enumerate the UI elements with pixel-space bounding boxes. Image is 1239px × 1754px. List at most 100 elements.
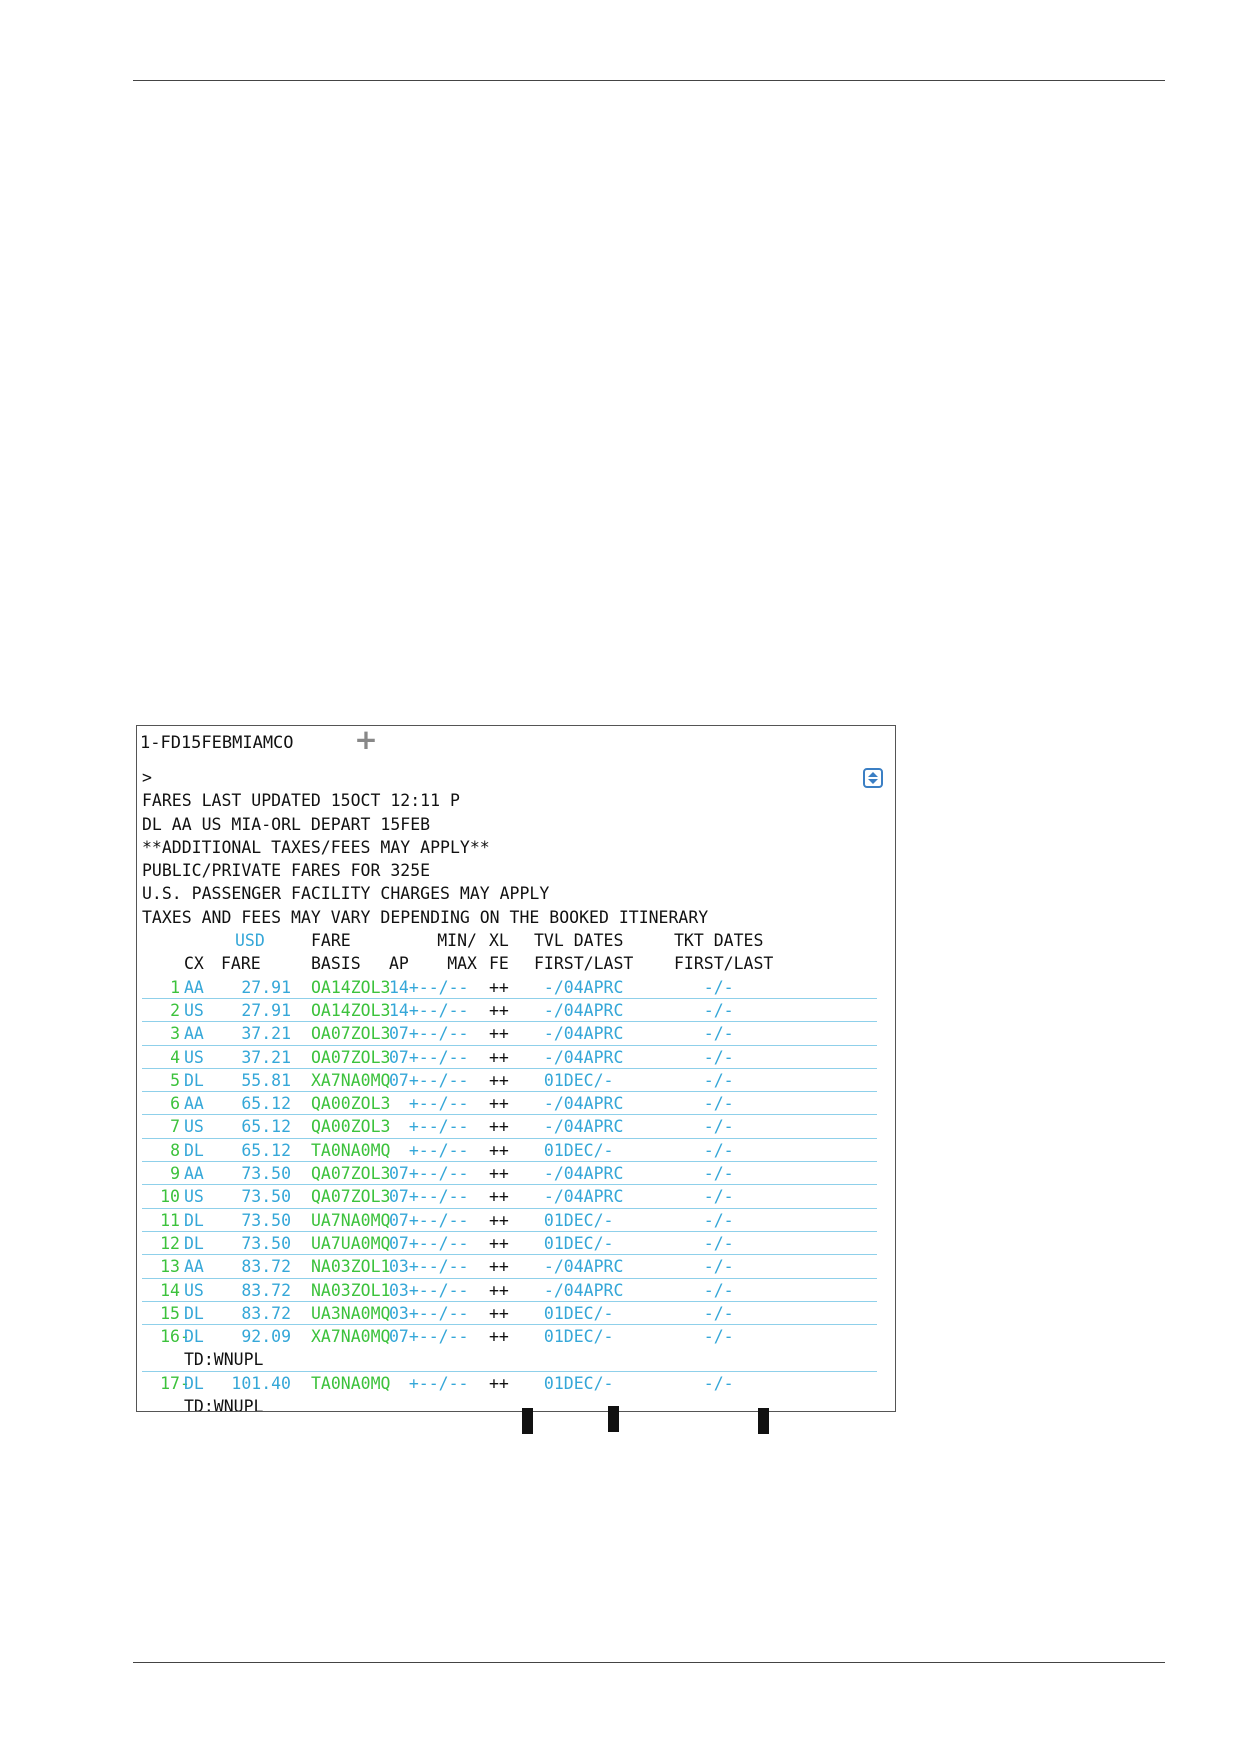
fare-xl-fe: ++	[489, 1210, 509, 1230]
column-marker	[758, 1408, 769, 1434]
fare-amount: 37.21	[241, 1024, 291, 1044]
page-bottom-rule	[133, 1662, 1165, 1663]
fare-xl-fe: ++	[489, 1303, 509, 1323]
fare-xl-fe: ++	[489, 1164, 509, 1184]
terminal-screen[interactable]: > FARES LAST UPDATED 15OCT 12:11 P DL AA …	[137, 758, 895, 1411]
fare-line-number: 7	[170, 1117, 180, 1137]
fare-row[interactable]: 5 DL 55.81 XA7NA0MQ 07+--/-- ++ 01DEC/- -/-	[142, 1069, 877, 1093]
fare-ap-min-max: 14+--/--	[389, 977, 469, 997]
fare-amount: 101.40	[231, 1373, 291, 1393]
fare-row[interactable]: 1 AA 27.91 OA14ZOL3 14+--/-- ++ -/04APRC -/-	[142, 976, 877, 999]
fare-xl-fe: ++	[489, 1280, 509, 1300]
fare-line-number: 10	[160, 1187, 180, 1207]
fare-travel-dates: 01DEC/-	[534, 1327, 614, 1347]
fare-carrier: AA	[184, 1164, 204, 1184]
fare-row[interactable]: 17- DL 101.40 TA0NA0MQ +--/-- ++ 01DEC/- -/-	[142, 1372, 877, 1395]
fare-row[interactable]: 8 DL 65.12 TA0NA0MQ +--/-- ++ 01DEC/- -/-	[142, 1139, 877, 1163]
header-tkt-first-last: FIRST/LAST	[674, 954, 774, 974]
fare-row[interactable]: 6 AA 65.12 QA00ZOL3 +--/-- ++ -/04APRC -/-	[142, 1092, 877, 1116]
fare-basis: XA7NA0MQ	[311, 1327, 391, 1347]
fare-ap-min-max: +--/--	[389, 1373, 469, 1393]
fare-amount: 73.50	[241, 1233, 291, 1253]
header-xl: XL	[489, 931, 509, 951]
fare-amount: 27.91	[241, 977, 291, 997]
fare-ap-min-max: 07+--/--	[389, 1233, 469, 1253]
fare-carrier: DL	[184, 1233, 204, 1253]
fare-travel-dates: 01DEC/-	[534, 1303, 614, 1323]
fare-line-number: 2	[170, 1000, 180, 1020]
fare-ticket-dates: -/-	[674, 1140, 734, 1160]
fare-basis: UA7UA0MQ	[311, 1233, 391, 1253]
fare-basis: QA07ZOL3	[311, 1187, 391, 1207]
fare-ap-min-max: 07+--/--	[389, 1164, 469, 1184]
fare-ap-min-max: 07+--/--	[389, 1327, 469, 1347]
fare-travel-dates: 01DEC/-	[534, 1210, 614, 1230]
fare-ticket-dates: -/-	[674, 1047, 734, 1067]
fare-basis: UA3NA0MQ	[311, 1303, 391, 1323]
fare-row[interactable]: 4 US 37.21 OA07ZOL3 07+--/-- ++ -/04APRC -/-	[142, 1046, 877, 1069]
fare-row[interactable]: 7 US 65.12 QA00ZOL3 +--/-- ++ -/04APRC -/-	[142, 1115, 877, 1139]
fare-travel-dates: -/04APRC	[534, 977, 624, 997]
fare-row[interactable]: 3 AA 37.21 OA07ZOL3 07+--/-- ++ -/04APRC -/-	[142, 1022, 877, 1046]
fare-row[interactable]: 13 AA 83.72 NA03ZOL1 03+--/-- ++ -/04APRC -/…	[142, 1255, 877, 1279]
fare-basis: XA7NA0MQ	[311, 1070, 391, 1090]
fare-xl-fe: ++	[489, 1117, 509, 1137]
fare-ticket-dates: -/-	[674, 977, 734, 997]
fare-ticket-dates: -/-	[674, 1164, 734, 1184]
fare-travel-dates: -/04APRC	[534, 1164, 624, 1184]
fare-travel-dates: -/04APRC	[534, 1047, 624, 1067]
fare-carrier: DL	[184, 1327, 204, 1347]
tab-fare-display[interactable]: 1-FD15FEBMIAMCO	[137, 726, 337, 758]
fare-travel-dates: -/04APRC	[534, 1024, 624, 1044]
fare-amount: 92.09	[241, 1327, 291, 1347]
fare-basis: OA07ZOL3	[311, 1047, 391, 1067]
column-marker	[522, 1408, 533, 1434]
fare-ap-min-max: 07+--/--	[389, 1187, 469, 1207]
scroll-toggle-icon[interactable]	[863, 768, 883, 788]
fare-row[interactable]: 11 DL 73.50 UA7NA0MQ 07+--/-- ++ 01DEC/- -/-	[142, 1209, 877, 1232]
fare-row[interactable]: 2 US 27.91 OA14ZOL3 14+--/-- ++ -/04APRC -/-	[142, 999, 877, 1023]
fare-carrier: DL	[184, 1070, 204, 1090]
fare-basis: TA0NA0MQ	[311, 1373, 391, 1393]
message-line: DL AA US MIA-ORL DEPART 15FEB	[142, 814, 431, 834]
command-prompt[interactable]: >	[142, 766, 895, 789]
fare-ticket-dates: -/-	[674, 1373, 734, 1393]
fare-line-number: 8	[170, 1140, 180, 1160]
fare-line-number: 16	[160, 1327, 180, 1347]
message-line: FARES LAST UPDATED 15OCT 12:11 P	[142, 791, 460, 811]
fare-ticket-designator: TD:WNUPL	[184, 1397, 264, 1412]
fare-travel-dates: -/04APRC	[534, 1187, 624, 1207]
header-max: MAX	[447, 954, 477, 974]
fare-xl-fe: ++	[489, 1094, 509, 1114]
fare-travel-dates: 01DEC/-	[534, 1233, 614, 1253]
fare-ticket-dates: -/-	[674, 1070, 734, 1090]
fare-row[interactable]: 14 US 83.72 NA03ZOL1 03+--/-- ++ -/04APRC -/…	[142, 1279, 877, 1302]
fare-amount: 83.72	[241, 1280, 291, 1300]
fare-basis: QA07ZOL3	[311, 1164, 391, 1184]
fare-xl-fe: ++	[489, 1373, 509, 1393]
fare-carrier: US	[184, 1000, 204, 1020]
fare-amount: 83.72	[241, 1257, 291, 1277]
fare-ap-min-max: 03+--/--	[389, 1257, 469, 1277]
fare-line-number: 14	[160, 1280, 180, 1300]
fare-ap-min-max: 07+--/--	[389, 1070, 469, 1090]
fare-basis: QA00ZOL3	[311, 1117, 391, 1137]
fare-row[interactable]: 16- DL 92.09 XA7NA0MQ 07+--/-- ++ 01DEC/- -/-	[142, 1325, 877, 1348]
fare-line-number: 12	[160, 1233, 180, 1253]
fare-carrier: US	[184, 1280, 204, 1300]
fare-ap-min-max: +--/--	[389, 1117, 469, 1137]
fare-line-number: 5	[170, 1070, 180, 1090]
fare-ticket-dates: -/-	[674, 1327, 734, 1347]
add-tab-icon[interactable]: +	[351, 726, 381, 756]
fare-line-number: 3	[170, 1024, 180, 1044]
fare-row[interactable]: 12 DL 73.50 UA7UA0MQ 07+--/-- ++ 01DEC/- -/-	[142, 1232, 877, 1256]
fare-row[interactable]: 9 AA 73.50 QA07ZOL3 07+--/-- ++ -/04APRC -/-	[142, 1162, 877, 1186]
fare-amount: 65.12	[241, 1094, 291, 1114]
fare-ticket-dates: -/-	[674, 1280, 734, 1300]
header-row-2: CX FARE BASIS AP MAX FE FIRST/LAST FIRST…	[142, 952, 895, 975]
fare-row[interactable]: 15 DL 83.72 UA3NA0MQ 03+--/-- ++ 01DEC/- -/-	[142, 1302, 877, 1326]
header-fe: FE	[489, 954, 509, 974]
column-marker	[608, 1406, 619, 1432]
fare-row[interactable]: 10 US 73.50 QA07ZOL3 07+--/-- ++ -/04APRC -/…	[142, 1185, 877, 1209]
fare-amount: 83.72	[241, 1303, 291, 1323]
